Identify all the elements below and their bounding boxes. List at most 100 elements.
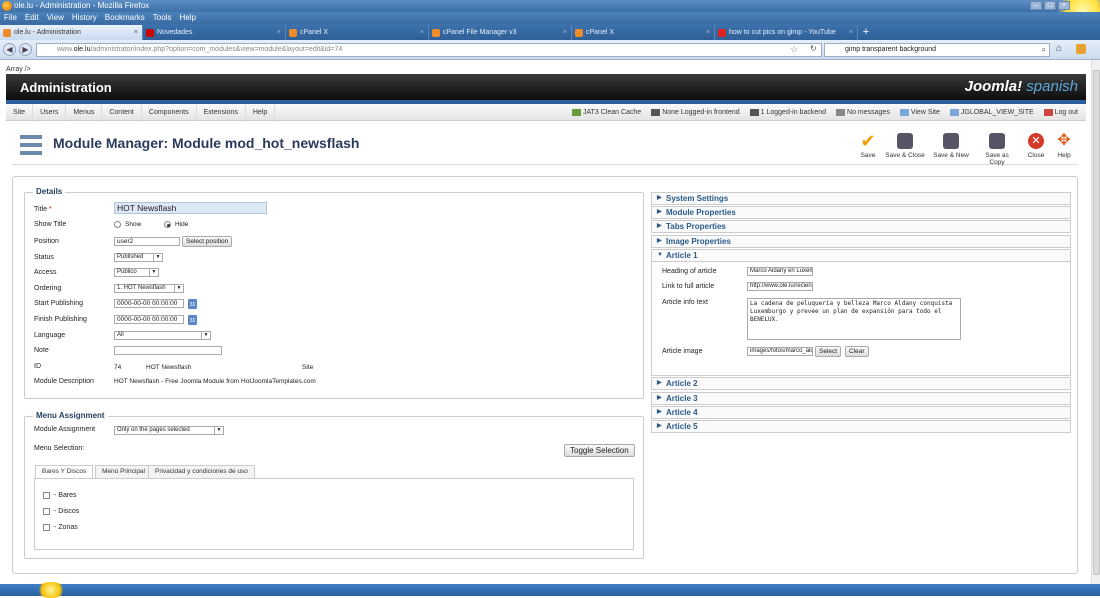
browser-tab[interactable]: how to cut pics on gimp - YouTube ×	[715, 25, 858, 40]
browser-tab[interactable]: cPanel X ×	[286, 25, 429, 40]
status-logout[interactable]: Log out	[1043, 104, 1078, 121]
help-button[interactable]: ✥ Help	[1044, 133, 1084, 160]
cpanel-favicon-icon	[432, 29, 440, 37]
close-icon: ✕	[1028, 133, 1044, 149]
browser-tab[interactable]: cPanel X ×	[572, 25, 715, 40]
menu-tools[interactable]: Tools	[153, 12, 172, 24]
menu-edit[interactable]: Edit	[25, 12, 39, 24]
show-title-show-radio[interactable]	[114, 221, 121, 228]
ordering-label: Ordering	[34, 285, 62, 292]
search-input[interactable]: gimp transparent background ⌕	[824, 43, 1050, 57]
language-select[interactable]: All ▼	[114, 331, 211, 340]
browser-tab[interactable]: cPanel File Manager v3 ×	[429, 25, 572, 40]
page-scrollbar[interactable]	[1091, 60, 1100, 586]
status-messages[interactable]: No messages	[836, 104, 890, 121]
image-input[interactable]: images/fotos/marco_ald	[747, 347, 813, 356]
save-close-button[interactable]: Save & Close	[885, 133, 925, 159]
tab-label: cPanel File Manager v3	[443, 29, 517, 36]
new-tab-button[interactable]: +	[858, 25, 874, 40]
select-image-button[interactable]: Select	[815, 346, 842, 357]
status-select[interactable]: Published ▼	[114, 253, 163, 262]
search-icon[interactable]: ⌕	[1042, 44, 1046, 56]
tab-close-icon[interactable]: ×	[134, 25, 138, 40]
ordering-select[interactable]: 1. HOT Newsflash ▼	[114, 284, 184, 293]
close-window-icon[interactable]: ×	[1058, 1, 1070, 10]
browser-tab[interactable]: Novedades ×	[143, 25, 286, 40]
menu-view[interactable]: View	[47, 12, 64, 24]
tab-label: Novedades	[157, 29, 193, 36]
toggle-selection-button[interactable]: Toggle Selection	[564, 444, 635, 457]
tab-bares-y-discos[interactable]: Bares Y Discos	[35, 465, 94, 479]
checkbox-zonas[interactable]	[43, 524, 50, 531]
menu-content[interactable]: Content	[102, 104, 142, 121]
note-input[interactable]	[114, 346, 222, 355]
accordion-system-settings[interactable]: ▶ System Settings	[651, 192, 1071, 205]
start-publishing-input[interactable]: 0000-00-00 00:00:00	[114, 299, 184, 308]
tab-menu-principal[interactable]: Menú Principal	[95, 465, 152, 478]
tab-close-icon[interactable]: ×	[277, 25, 281, 40]
scrollbar-thumb[interactable]	[1093, 70, 1100, 575]
home-icon[interactable]: ⌂	[1056, 43, 1062, 54]
module-assignment-select[interactable]: Only on the pages selected ▼	[114, 426, 224, 435]
browser-menubar: File Edit View History Bookmarks Tools H…	[0, 12, 1100, 24]
tab-close-icon[interactable]: ×	[706, 25, 710, 40]
cpanel-favicon-icon	[289, 29, 297, 37]
position-input[interactable]: user2	[114, 237, 180, 246]
access-select[interactable]: Publico ▼	[114, 268, 159, 277]
menu-extensions[interactable]: Extensions	[197, 104, 246, 121]
show-title-hide-radio[interactable]	[164, 221, 171, 228]
menu-file[interactable]: File	[4, 12, 17, 24]
checkbox-bares[interactable]	[43, 492, 50, 499]
menu-components[interactable]: Components	[142, 104, 197, 121]
finish-publishing-input[interactable]: 0000-00-00 00:00:00	[114, 315, 184, 324]
save-new-button[interactable]: Save & New	[931, 133, 971, 159]
accordion-article-5[interactable]: ▶ Article 5	[651, 420, 1071, 433]
bookmark-star-icon[interactable]: ☆	[790, 44, 798, 55]
menu-bookmarks[interactable]: Bookmarks	[105, 12, 145, 24]
tab-close-icon[interactable]: ×	[563, 25, 567, 40]
browser-tab[interactable]: ole.lu - Administration ×	[0, 25, 143, 40]
menu-help[interactable]: Help	[179, 12, 195, 24]
menu-users[interactable]: Users	[33, 104, 67, 121]
link-input[interactable]: http://www.ole.lu/recien	[747, 282, 813, 291]
tab-close-icon[interactable]: ×	[849, 25, 853, 40]
title-input[interactable]: HOT Newsflash	[114, 202, 267, 214]
save-copy-button[interactable]: Save as Copy	[977, 133, 1017, 166]
checkbox-discos[interactable]	[43, 508, 50, 515]
minimize-icon[interactable]: –	[1030, 1, 1042, 10]
accordion-article-3[interactable]: ▶ Article 3	[651, 392, 1071, 405]
tab-privacidad[interactable]: Privacidad y condiciones de uso	[148, 465, 255, 478]
maximize-icon[interactable]: □	[1044, 1, 1056, 10]
tab-close-icon[interactable]: ×	[420, 25, 424, 40]
menu-site[interactable]: Site	[6, 104, 34, 121]
clear-image-button[interactable]: Clear	[845, 346, 869, 357]
heading-input[interactable]: Marco Aldany en Luxem	[747, 267, 813, 276]
calendar-icon[interactable]: 31	[188, 315, 197, 325]
user-icon	[651, 108, 661, 116]
menu-menus[interactable]: Menus	[66, 104, 103, 121]
accordion-module-properties[interactable]: ▶ Module Properties	[651, 206, 1071, 219]
forward-icon[interactable]: ▶	[19, 43, 32, 56]
menu-help-admin[interactable]: Help	[246, 104, 276, 121]
calendar-icon[interactable]: 31	[188, 299, 197, 309]
user-icon	[749, 108, 759, 116]
status-clean-cache[interactable]: JAT3 Clean Cache	[571, 104, 641, 121]
addon-icon[interactable]	[1076, 44, 1086, 54]
accordion-article-4[interactable]: ▶ Article 4	[651, 406, 1071, 419]
menu-history[interactable]: History	[72, 12, 97, 24]
triangle-right-icon: ▶	[657, 423, 662, 429]
status-view-site[interactable]: View Site	[899, 104, 940, 121]
reload-icon[interactable]: ↻	[810, 44, 817, 53]
accordion-article-2[interactable]: ▶ Article 2	[651, 377, 1071, 390]
accordion-tabs-properties[interactable]: ▶ Tabs Properties	[651, 220, 1071, 233]
back-icon[interactable]: ◀	[3, 43, 16, 56]
save-button[interactable]: ✔ Save	[848, 132, 888, 159]
info-textarea[interactable]: La cadena de peluquería y belleza Marco …	[747, 298, 961, 340]
accordion-article-1[interactable]: ▼ Article 1	[651, 249, 1071, 262]
accordion-label: Article 5	[666, 422, 698, 431]
select-position-button[interactable]: Select position	[182, 236, 233, 247]
status-global-view-site[interactable]: JGLOBAL_VIEW_SITE	[949, 104, 1034, 121]
note-label: Note	[34, 347, 49, 354]
accordion-image-properties[interactable]: ▶ Image Properties	[651, 235, 1071, 248]
address-bar[interactable]: www.ole.lu/administrator/index.php?optio…	[36, 43, 822, 57]
